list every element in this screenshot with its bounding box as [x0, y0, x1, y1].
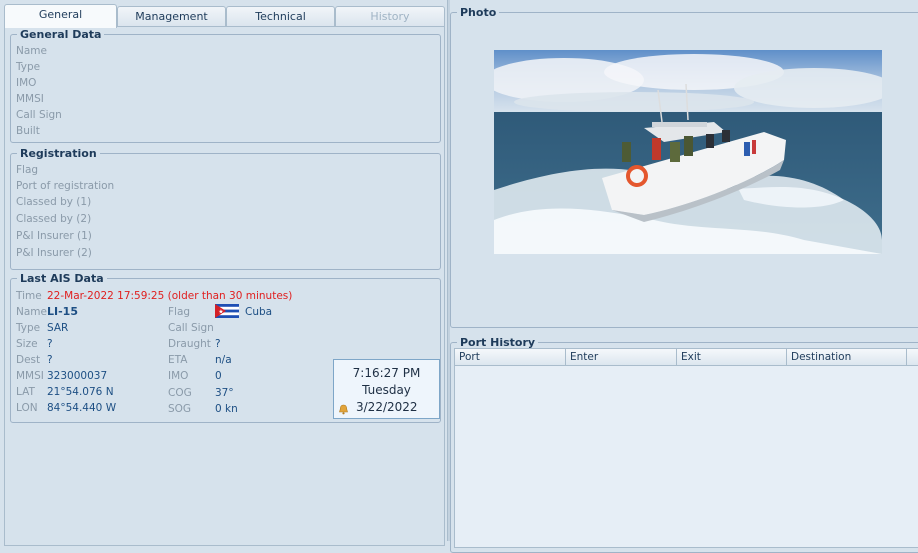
classed-by-1-label: Classed by (1) — [16, 196, 92, 208]
ais-mmsi-label: MMSI — [16, 370, 44, 382]
ais-sog-label: SOG — [168, 403, 192, 415]
ais-name-value: LI-15 — [47, 305, 78, 318]
tab-strip: General Management Technical History — [4, 3, 445, 28]
ais-size-value: ? — [47, 338, 53, 350]
general-data-title: General Data — [20, 28, 102, 41]
clock-day: Tuesday — [362, 383, 411, 397]
mmsi-label: MMSI — [16, 93, 44, 105]
ais-callsign-label: Call Sign — [168, 322, 214, 334]
column-header-enter[interactable]: Enter — [566, 349, 677, 366]
ais-cog-value: 37° — [215, 387, 234, 399]
general-data-group: General Data — [10, 28, 441, 143]
port-history-grid[interactable]: Port Enter Exit Destination — [454, 348, 918, 548]
ais-type-value: SAR — [47, 322, 69, 334]
ais-imo-value: 0 — [215, 370, 222, 382]
clock-widget[interactable]: 7:16:27 PM Tuesday 3/22/2022 — [333, 359, 440, 419]
tab-history: History — [335, 6, 445, 26]
cuba-flag-icon: ★ — [215, 304, 239, 318]
call-sign-label: Call Sign — [16, 109, 62, 121]
column-header-destination[interactable]: Destination — [787, 349, 907, 366]
flag-label: Flag — [16, 164, 39, 176]
ais-flag-label: Flag — [168, 306, 191, 318]
pi-insurer-2-label: P&I Insurer (2) — [16, 247, 92, 259]
ais-eta-label: ETA — [168, 354, 188, 366]
ais-mmsi-value: 323000037 — [47, 370, 108, 382]
time-value: 22-Mar-2022 17:59:25 (older than 30 minu… — [47, 290, 293, 302]
ais-sog-value: 0 kn — [215, 403, 238, 415]
ais-imo-label: IMO — [168, 370, 189, 382]
imo-label: IMO — [16, 77, 37, 89]
ais-lat-label: LAT — [16, 386, 35, 398]
ais-cog-label: COG — [168, 387, 192, 399]
tab-management[interactable]: Management — [117, 6, 226, 26]
column-header-port[interactable]: Port — [455, 349, 566, 366]
vessel-photo — [494, 50, 882, 254]
ais-lat-value: 21°54.076 N — [47, 386, 114, 398]
pi-insurer-1-label: P&I Insurer (1) — [16, 230, 92, 242]
ais-size-label: Size — [16, 338, 38, 350]
classed-by-2-label: Classed by (2) — [16, 213, 92, 225]
name-label: Name — [16, 45, 47, 57]
ais-dest-value: ? — [47, 354, 53, 366]
time-label: Time — [16, 290, 42, 302]
bell-icon — [339, 404, 348, 415]
ais-type-label: Type — [16, 322, 41, 334]
clock-date: 3/22/2022 — [356, 400, 418, 414]
tab-general[interactable]: General — [4, 4, 117, 28]
ais-eta-value: n/a — [215, 354, 232, 366]
port-of-registration-label: Port of registration — [16, 180, 115, 192]
ais-dest-label: Dest — [16, 354, 41, 366]
ais-lon-label: LON — [16, 402, 38, 414]
built-label: Built — [16, 125, 40, 137]
clock-time: 7:16:27 PM — [352, 366, 421, 380]
column-header-exit[interactable]: Exit — [677, 349, 787, 366]
type-label: Type — [16, 61, 41, 73]
last-ais-data-title: Last AIS Data — [20, 272, 104, 285]
ais-lon-value: 84°54.440 W — [47, 402, 117, 414]
svg-text:★: ★ — [218, 308, 223, 315]
ais-flag-value: Cuba — [245, 306, 273, 318]
ais-name-label: Name — [16, 306, 47, 318]
tab-technical[interactable]: Technical — [226, 6, 335, 26]
photo-title: Photo — [460, 6, 497, 19]
ais-draught-label: Draught — [168, 338, 211, 350]
column-header-filler — [907, 349, 918, 366]
ais-draught-value: ? — [215, 338, 221, 350]
registration-title: Registration — [20, 147, 97, 160]
